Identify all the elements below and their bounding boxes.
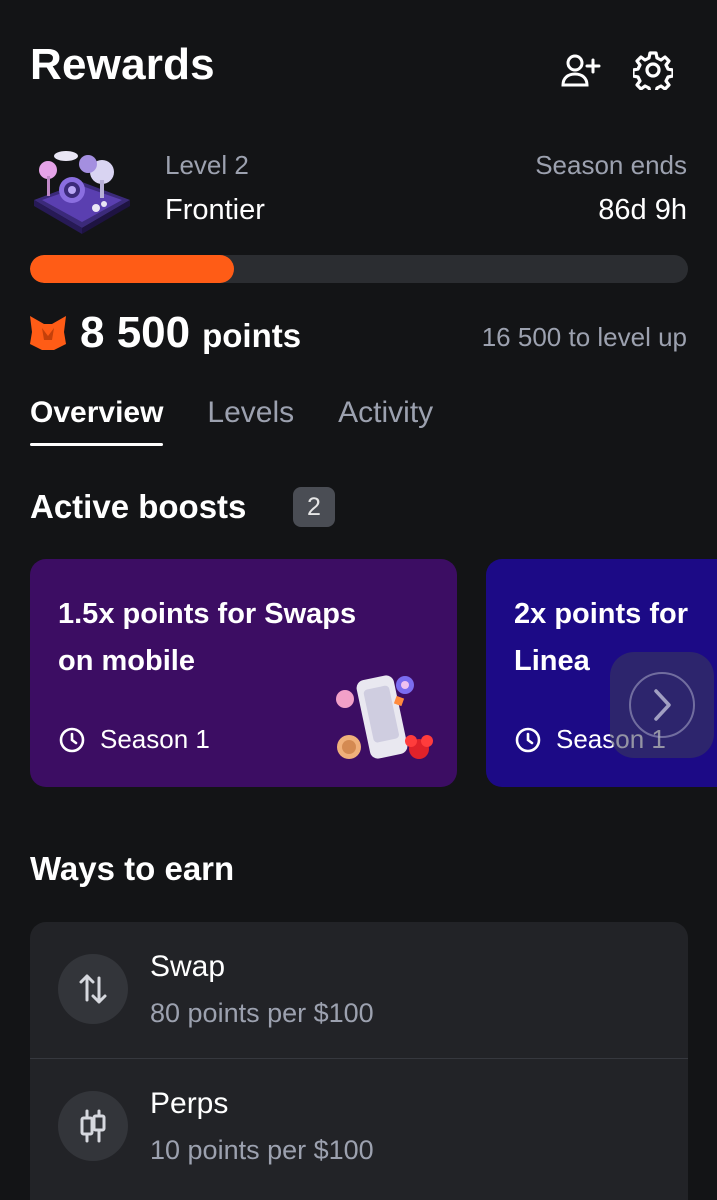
earn-item-swap[interactable]: Swap 80 points per $100	[30, 922, 688, 1058]
candlestick-icon	[58, 1091, 128, 1161]
tab-overview[interactable]: Overview	[30, 396, 164, 446]
clock-icon	[58, 726, 86, 754]
boost-season-label: Season 1	[100, 724, 210, 754]
earn-item-name: Perps	[150, 1087, 229, 1120]
rewards-tabs: Overview Levels Activity	[30, 396, 433, 446]
points-value: 8 500	[80, 308, 191, 357]
earn-item-perps[interactable]: Perps 10 points per $100	[30, 1058, 688, 1194]
earn-item-desc: 80 points per $100	[150, 998, 374, 1028]
points-unit: points	[202, 317, 302, 354]
level-progress-bar	[30, 255, 688, 283]
earn-item-desc: 10 points per $100	[150, 1135, 374, 1165]
chevron-right-icon	[629, 672, 695, 738]
gear-icon[interactable]	[632, 50, 674, 90]
boost-title-line1: 2x points for	[514, 598, 689, 630]
level-name: Frontier	[165, 194, 265, 226]
ways-to-earn-title: Ways to earn	[30, 850, 235, 887]
active-boosts-title: Active boosts	[30, 488, 247, 525]
phone-gift-illustration	[329, 669, 439, 769]
earn-item-name: Swap	[150, 950, 226, 983]
boost-title-line1: 1.5x points for Swaps	[58, 598, 357, 630]
level-badge-illustration	[30, 142, 134, 234]
boost-card-swaps[interactable]: 1.5x points for Swaps on mobile Season 1	[30, 559, 457, 787]
season-ends-label: Season ends	[535, 150, 687, 180]
season-countdown: 86d 9h	[598, 194, 687, 226]
tab-activity[interactable]: Activity	[338, 396, 433, 446]
clock-icon	[514, 726, 542, 754]
boost-season: Season 1	[58, 724, 210, 755]
tab-levels[interactable]: Levels	[207, 396, 294, 446]
carousel-next-button[interactable]	[610, 652, 714, 758]
page-title: Rewards	[30, 40, 215, 89]
ways-to-earn-list: Swap 80 points per $100 Perps 10 points …	[30, 922, 688, 1200]
swap-arrows-icon	[58, 954, 128, 1024]
add-user-icon[interactable]	[560, 50, 602, 90]
fox-icon	[28, 314, 68, 352]
level-label: Level 2	[165, 150, 249, 180]
level-progress-fill	[30, 255, 234, 283]
points-total: 8 500 points	[80, 308, 301, 358]
active-boosts-count-badge: 2	[293, 487, 335, 527]
points-to-level-up: 16 500 to level up	[481, 322, 687, 352]
